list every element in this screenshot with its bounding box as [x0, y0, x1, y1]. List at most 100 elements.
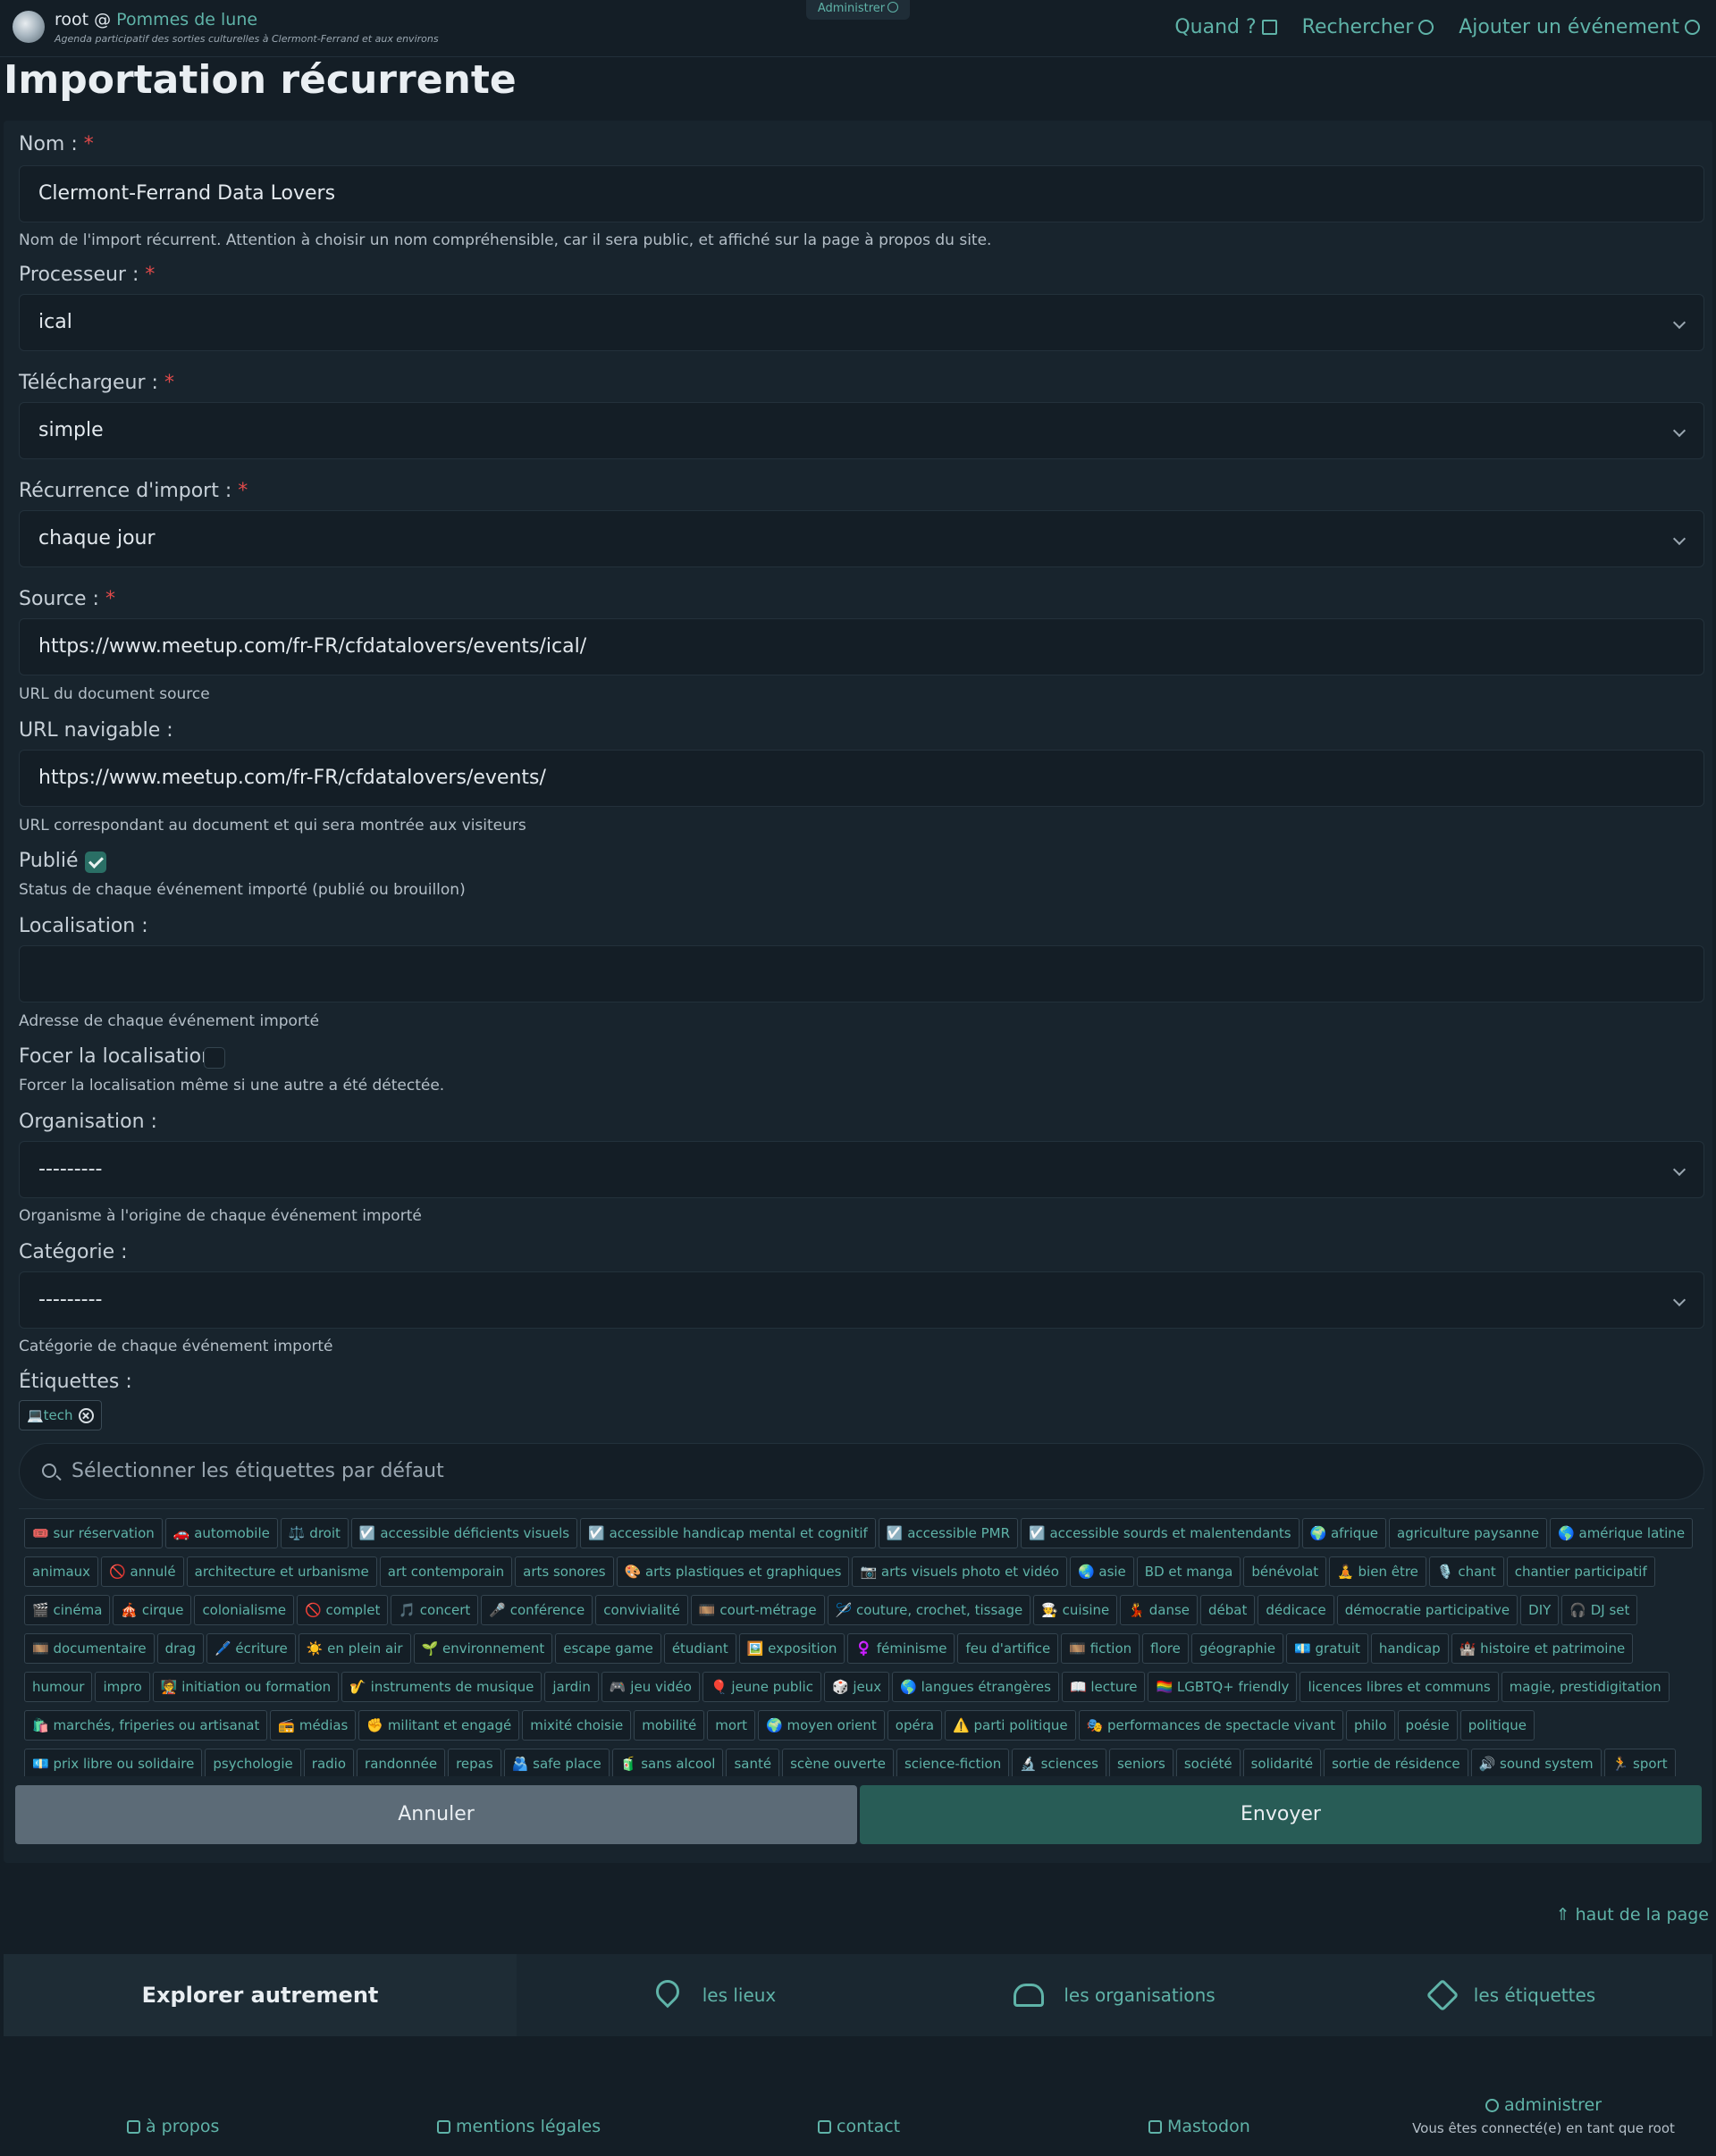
tag-option[interactable]: impro	[95, 1672, 150, 1702]
tag-option[interactable]: 🫂 safe place	[503, 1749, 610, 1776]
explore-organisations-link[interactable]: les organisations	[915, 1954, 1314, 2036]
tag-option[interactable]: mort	[707, 1710, 756, 1741]
tag-option[interactable]: flore	[1142, 1633, 1189, 1664]
tag-option[interactable]: ⚖️ droit	[280, 1518, 349, 1548]
tag-option[interactable]: 🌎 langues étrangères	[892, 1672, 1059, 1702]
tag-option[interactable]: arts sonores	[515, 1556, 614, 1587]
tag-option[interactable]: 🧑‍🏫 initiation ou formation	[152, 1672, 340, 1702]
tag-option[interactable]: 🎪 cirque	[113, 1595, 192, 1625]
tag-option[interactable]: 🚗 automobile	[164, 1518, 278, 1548]
footer-legal-link[interactable]: mentions légales	[437, 2117, 601, 2136]
tag-option[interactable]: bénévolat	[1243, 1556, 1327, 1587]
tag-option[interactable]: 🧃 sans alcool	[611, 1749, 724, 1776]
close-icon[interactable]	[78, 1407, 94, 1423]
tag-option[interactable]: agriculture paysanne	[1389, 1518, 1548, 1548]
tag-option[interactable]: 🎞️ court-métrage	[690, 1595, 825, 1625]
tag-option[interactable]: 🚫 complet	[297, 1595, 389, 1625]
tag-option[interactable]: 🎞️ fiction	[1061, 1633, 1140, 1664]
tag-option[interactable]: 🧘 bien être	[1329, 1556, 1426, 1587]
tag-option[interactable]: humour	[24, 1672, 93, 1702]
tag-option[interactable]: 💶 prix libre ou solidaire	[24, 1749, 203, 1776]
cancel-button[interactable]: Annuler	[15, 1785, 857, 1844]
tag-option[interactable]: drag	[156, 1633, 204, 1664]
tag-option[interactable]: 🎧 DJ set	[1561, 1595, 1638, 1625]
tag-option[interactable]: 🎨 arts plastiques et graphiques	[616, 1556, 850, 1587]
tag-option[interactable]: ⚠️ parti politique	[945, 1710, 1076, 1741]
tag-option[interactable]: DIY	[1520, 1595, 1560, 1625]
tag-option[interactable]: escape game	[555, 1633, 661, 1664]
force-location-checkbox[interactable]	[204, 1047, 225, 1069]
tag-option[interactable]: 🖊️ écriture	[206, 1633, 296, 1664]
tag-option[interactable]: handicap	[1370, 1633, 1449, 1664]
tag-option[interactable]: repas	[448, 1749, 501, 1776]
tag-option[interactable]: mobilité	[634, 1710, 705, 1741]
tag-option[interactable]: architecture et urbanisme	[186, 1556, 377, 1587]
source-input[interactable]: https://www.meetup.com/fr-FR/cfdatalover…	[19, 618, 1704, 675]
tag-option[interactable]: 📖 lecture	[1061, 1672, 1146, 1702]
tag-option[interactable]: BD et manga	[1136, 1556, 1241, 1587]
admin-tab[interactable]: Administrer	[806, 0, 910, 20]
tag-option[interactable]: jardin	[544, 1672, 599, 1702]
category-select[interactable]: ---------	[19, 1271, 1704, 1329]
explore-tags-link[interactable]: les étiquettes	[1314, 1954, 1712, 2036]
organisation-select[interactable]: ---------	[19, 1141, 1704, 1198]
tag-option[interactable]: feu d'artifice	[957, 1633, 1059, 1664]
tag-option[interactable]: ☀️ en plein air	[298, 1633, 411, 1664]
tag-option[interactable]: 📷 arts visuels photo et vidéo	[852, 1556, 1067, 1587]
explore-places-link[interactable]: les lieux	[517, 1954, 915, 2036]
tag-option[interactable]: sortie de résidence	[1324, 1749, 1468, 1776]
tag-option[interactable]: 🎬 cinéma	[24, 1595, 111, 1625]
tag-option[interactable]: 🛍️ marchés, friperies ou artisanat	[24, 1710, 268, 1741]
tag-option[interactable]: 🔊 sound system	[1470, 1749, 1602, 1776]
tag-option[interactable]: ♀️ féminisme	[847, 1633, 955, 1664]
tag-option[interactable]: 🖼️ exposition	[738, 1633, 845, 1664]
tag-option[interactable]: ✊ militant et engagé	[358, 1710, 520, 1741]
browsable-url-input[interactable]: https://www.meetup.com/fr-FR/cfdatalover…	[19, 750, 1704, 807]
tag-option[interactable]: scène ouverte	[782, 1749, 894, 1776]
tag-option[interactable]: solidarité	[1242, 1749, 1322, 1776]
tag-option[interactable]: 💶 gratuit	[1286, 1633, 1368, 1664]
tag-option[interactable]: 🌎 amérique latine	[1550, 1518, 1694, 1548]
tag-option[interactable]: art contemporain	[379, 1556, 513, 1587]
downloader-select[interactable]: simple	[19, 402, 1704, 459]
tag-option[interactable]: radio	[303, 1749, 355, 1776]
back-to-top-link[interactable]: ⇑ haut de la page	[1556, 1905, 1709, 1925]
tag-option[interactable]: magie, prestidigitation	[1501, 1672, 1670, 1702]
tag-option[interactable]: 🌍 afrique	[1301, 1518, 1387, 1548]
tag-option[interactable]: chantier participatif	[1506, 1556, 1655, 1587]
tag-option[interactable]: poésie	[1397, 1710, 1458, 1741]
tag-option[interactable]: seniors	[1108, 1749, 1173, 1776]
tag-option[interactable]: science-fiction	[896, 1749, 1010, 1776]
tag-option[interactable]: psychologie	[205, 1749, 301, 1776]
tag-option[interactable]: 🏳️‍🌈 LGBTQ+ friendly	[1148, 1672, 1298, 1702]
site-name-link[interactable]: Pommes de lune	[116, 10, 257, 29]
tag-option[interactable]: 🎭 performances de spectacle vivant	[1078, 1710, 1343, 1741]
tag-option[interactable]: 🧑‍🍳 cuisine	[1033, 1595, 1118, 1625]
tag-option[interactable]: 🎞️ documentaire	[24, 1633, 155, 1664]
tag-option[interactable]: 🏰 histoire et patrimoine	[1451, 1633, 1634, 1664]
tag-option[interactable]: ☑️ accessible déficients visuels	[350, 1518, 578, 1548]
tag-option[interactable]: 🚫 annulé	[101, 1556, 184, 1587]
processor-select[interactable]: ical	[19, 294, 1704, 351]
tag-option[interactable]: animaux	[24, 1556, 99, 1587]
tag-option[interactable]: politique	[1459, 1710, 1535, 1741]
footer-contact-link[interactable]: contact	[818, 2117, 900, 2136]
footer-admin-link[interactable]: administrer	[1405, 2095, 1682, 2115]
tag-option[interactable]: 🎷 instruments de musique	[341, 1672, 543, 1702]
tag-option[interactable]: 🎮 jeu vidéo	[601, 1672, 700, 1702]
tag-option[interactable]: 🎟️ sur réservation	[24, 1518, 163, 1548]
tag-option[interactable]: 🌏 asie	[1069, 1556, 1134, 1587]
tag-option[interactable]: 🎈 jeune public	[702, 1672, 821, 1702]
tag-option[interactable]: 🎲 jeux	[823, 1672, 890, 1702]
tag-option[interactable]: étudiant	[663, 1633, 736, 1664]
tag-option[interactable]: ☑️ accessible PMR	[878, 1518, 1019, 1548]
submit-button[interactable]: Envoyer	[860, 1785, 1702, 1844]
location-input[interactable]	[19, 945, 1704, 1002]
footer-about-link[interactable]: à propos	[127, 2117, 219, 2136]
tag-option[interactable]: 💃 danse	[1120, 1595, 1199, 1625]
tag-option[interactable]: mixité choisie	[522, 1710, 632, 1741]
tag-option[interactable]: randonnée	[357, 1749, 446, 1776]
tag-option[interactable]: 🌱 environnement	[413, 1633, 553, 1664]
recurrence-select[interactable]: chaque jour	[19, 510, 1704, 567]
nav-search[interactable]: Rechercher	[1302, 16, 1434, 38]
